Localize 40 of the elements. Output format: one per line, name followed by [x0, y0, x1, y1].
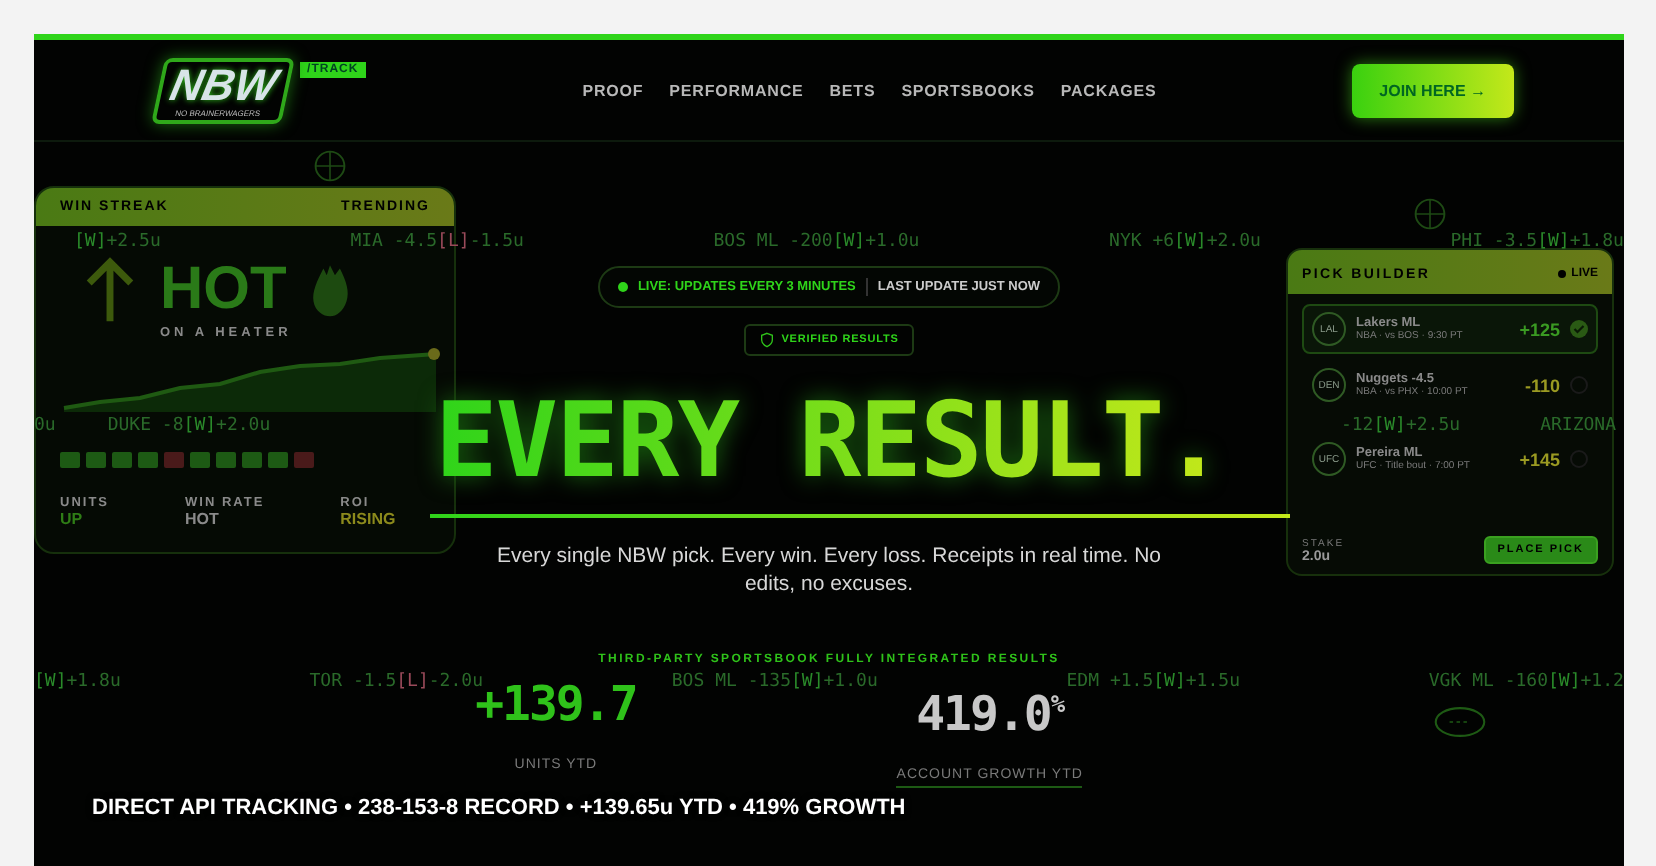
logo-text: NBW — [166, 63, 281, 107]
ticker-item: BOS ML -135[W]+1.0u — [671, 672, 878, 692]
live-dot-icon — [1557, 270, 1566, 278]
pick-odds: +125 — [1519, 319, 1560, 339]
checkmark-icon — [1570, 320, 1588, 338]
ticker-item: VGK ML -160[W]+1.2 — [1428, 672, 1624, 692]
flame-icon — [310, 262, 351, 318]
live-dot-icon — [617, 282, 628, 292]
stat-value: 419.0$^{%}$ — [916, 684, 1064, 740]
stat-value: HOT — [185, 510, 221, 528]
nav-link[interactable]: BETS — [829, 81, 876, 99]
up-arrow-icon — [84, 254, 136, 326]
ticker-item: [W]+2.5u — [74, 232, 161, 252]
ticker-item: ARIZONA — [1540, 416, 1616, 436]
status-text: HOT — [160, 256, 287, 324]
ticker-item: 0u — [34, 416, 56, 436]
pick-odds: +145 — [1519, 449, 1560, 469]
subtitle: Every single NBW pick. Every win. Every loss. Receipts in real time. No edits, no excuses. — [494, 542, 1164, 598]
ticker-item: MIA -4.5[L]-1.5u — [350, 232, 524, 252]
nav-link[interactable]: PERFORMANCE — [669, 81, 804, 99]
shield-icon — [759, 332, 774, 348]
nav-link[interactable]: SPORTSBOOKS — [901, 81, 1035, 99]
ticker-item: DUKE -8[W]+2.0u — [107, 416, 271, 436]
ticker-item: EDM +1.5[W]+1.5u — [1066, 672, 1240, 692]
pick-odds: -110 — [1524, 375, 1560, 395]
nav-link[interactable]: PROOF — [582, 81, 644, 99]
stat-value: UP — [60, 510, 85, 528]
basketball-icon — [314, 150, 346, 182]
ticker-item: [W]+1.8u — [34, 672, 121, 692]
football-icon — [1434, 706, 1486, 738]
ticker-item: TOR -1.5[L]-2.0u — [309, 672, 483, 692]
ticker-item: NYK +6[W]+2.0u — [1109, 232, 1261, 252]
join-button[interactable]: JOIN HERE → — [1351, 63, 1514, 117]
stat-value: RISING — [340, 510, 396, 528]
ticker-item: PHI -3.5[W]+1.8u — [1450, 232, 1624, 252]
ticker-item: -12[W]+2.5u — [1340, 416, 1461, 436]
basketball-icon — [1414, 198, 1446, 230]
ticker-item: BOS ML -200[W]+1.0u — [713, 232, 920, 252]
nav-link[interactable]: PACKAGES — [1060, 81, 1157, 99]
caption-text: DIRECT API TRACKING • 238-153-8 RECORD • +139.65u YTD • 419% GROWTH — [92, 796, 906, 820]
